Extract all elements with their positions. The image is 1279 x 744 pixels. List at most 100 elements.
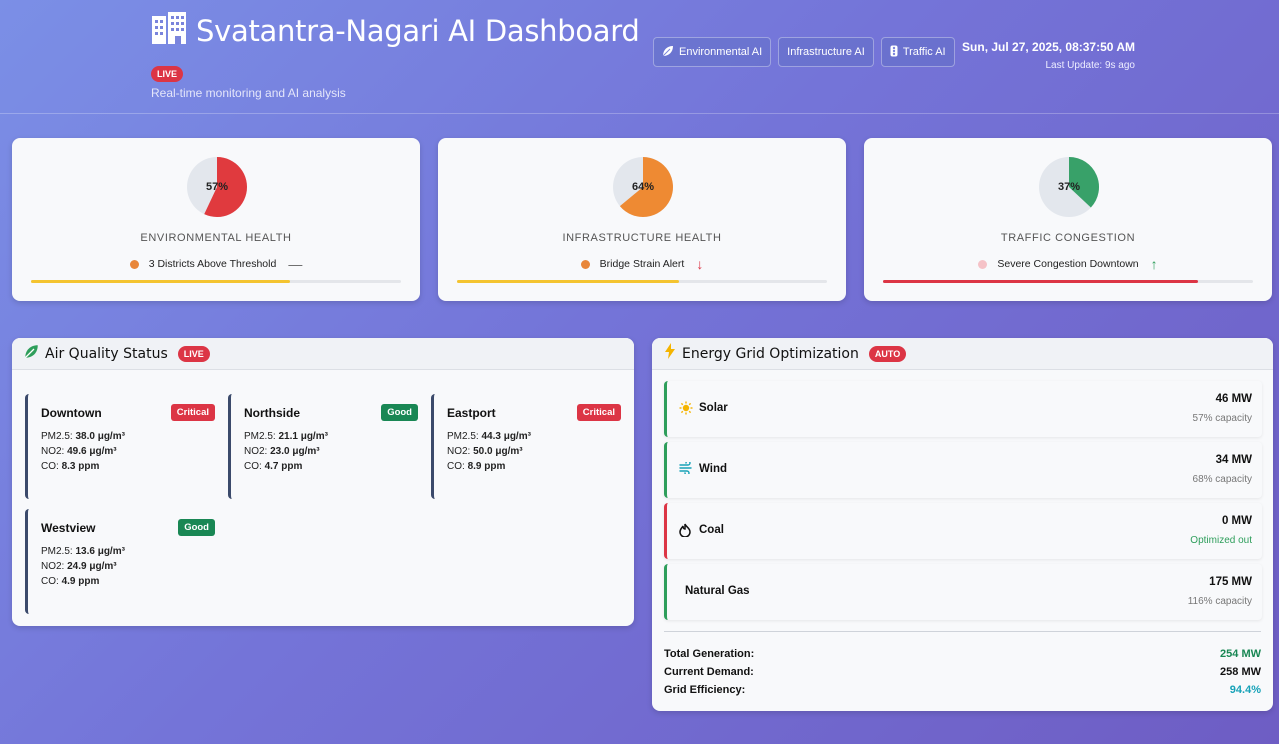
pm25-reading: PM2.5: 44.3 μg/m³ — [447, 431, 531, 442]
arrow-up-icon: ↑ — [1150, 256, 1158, 272]
leaf-icon — [24, 344, 39, 364]
kpi-card-infrastructure[interactable]: 64% INFRASTRUCTURE HEALTH Bridge Strain … — [438, 138, 846, 301]
kpi-pie: 37% — [1038, 156, 1100, 218]
source-name: Wind — [699, 463, 727, 475]
kpi-status-text: 3 Districts Above Threshold — [148, 258, 277, 270]
air-quality-panel: Air Quality Status LIVE Downtown Critica… — [12, 338, 634, 626]
summary-value: 254 MW — [1220, 648, 1261, 660]
source-capacity: 57% capacity — [1192, 413, 1252, 424]
no2-reading: NO2: 50.0 μg/m³ — [447, 446, 523, 457]
energy-panel: Energy Grid Optimization AUTO Solar 46 M… — [652, 338, 1273, 711]
wind-icon — [679, 460, 693, 477]
brand: Svatantra-Nagari AI Dashboard — [150, 12, 640, 49]
current-datetime: Sun, Jul 27, 2025, 08:37:50 AM — [962, 40, 1135, 54]
status-badge: Good — [381, 404, 418, 421]
energy-source-wind[interactable]: Wind 34 MW 68% capacity — [664, 442, 1262, 498]
infrastructure-ai-label: Infrastructure AI — [787, 46, 865, 58]
source-name: Coal — [699, 524, 724, 536]
total-generation-row: Total Generation: 254 MW — [664, 648, 1261, 660]
traffic-ai-button[interactable]: Traffic AI — [880, 37, 955, 67]
source-output: 34 MW — [1215, 454, 1252, 466]
summary-label: Total Generation: — [664, 648, 755, 660]
status-badge: Good — [178, 519, 215, 536]
lightning-icon — [664, 343, 676, 364]
kpi-pie: 64% — [612, 156, 674, 218]
kpi-title: TRAFFIC CONGESTION — [1000, 232, 1136, 244]
pm25-reading: PM2.5: 21.1 μg/m³ — [244, 431, 328, 442]
status-dot — [129, 259, 139, 269]
live-badge: LIVE — [151, 66, 184, 82]
kpi-status-text: Bridge Strain Alert — [599, 258, 685, 270]
source-capacity: 116% capacity — [1187, 596, 1252, 607]
kpi-card-environmental[interactable]: 57% ENVIRONMENTAL HEALTH 3 Districts Abo… — [12, 138, 420, 301]
current-demand-row: Current Demand: 258 MW — [664, 666, 1261, 678]
kpi-value: 57% — [205, 181, 229, 193]
subtitle: Real-time monitoring and AI analysis — [151, 86, 346, 100]
source-output: 46 MW — [1215, 393, 1252, 405]
district-card-westview[interactable]: Westview Good PM2.5: 13.6 μg/m³ NO2: 24.… — [25, 509, 215, 614]
source-output: 175 MW — [1209, 576, 1252, 588]
source-name: Natural Gas — [685, 585, 750, 597]
leaf-icon — [662, 45, 674, 60]
panel-title: Energy Grid Optimization — [682, 345, 859, 362]
kpi-progress-track — [883, 280, 1253, 283]
source-capacity: Optimized out — [1190, 535, 1252, 546]
co-reading: CO: 8.9 ppm — [447, 461, 506, 472]
environmental-ai-label: Environmental AI — [679, 46, 763, 58]
traffic-light-icon — [890, 45, 898, 60]
kpi-value: 64% — [631, 181, 655, 193]
sun-icon — [679, 401, 693, 418]
summary-value: 94.4% — [1229, 684, 1261, 696]
kpi-status: Severe Congestion Downtown ↑ — [864, 256, 1272, 272]
pm25-reading: PM2.5: 38.0 μg/m³ — [41, 431, 125, 442]
kpi-value: 37% — [1057, 181, 1081, 193]
energy-header: Energy Grid Optimization AUTO — [652, 338, 1273, 370]
kpi-progress-track — [31, 280, 401, 283]
energy-source-natural-gas[interactable]: Natural Gas 175 MW 116% capacity — [664, 564, 1262, 620]
page-title: Svatantra-Nagari AI Dashboard — [196, 13, 640, 48]
no2-reading: NO2: 23.0 μg/m³ — [244, 446, 320, 457]
district-card-northside[interactable]: Northside Good PM2.5: 21.1 μg/m³ NO2: 23… — [228, 394, 418, 499]
panel-title: Air Quality Status — [45, 345, 168, 362]
fire-icon — [679, 523, 691, 540]
source-name: Solar — [699, 402, 728, 414]
infrastructure-ai-button[interactable]: Infrastructure AI — [778, 37, 874, 67]
kpi-progress-fill — [31, 280, 290, 283]
kpi-title: ENVIRONMENTAL HEALTH — [140, 232, 292, 244]
district-card-downtown[interactable]: Downtown Critical PM2.5: 38.0 μg/m³ NO2:… — [25, 394, 215, 499]
no2-reading: NO2: 24.9 μg/m³ — [41, 561, 117, 572]
air-quality-header: Air Quality Status LIVE — [12, 338, 634, 370]
pm25-reading: PM2.5: 13.6 μg/m³ — [41, 546, 125, 557]
header: Svatantra-Nagari AI Dashboard LIVE Real-… — [0, 0, 1279, 114]
co-reading: CO: 4.7 ppm — [244, 461, 303, 472]
co-reading: CO: 4.9 ppm — [41, 576, 100, 587]
summary-value: 258 MW — [1220, 666, 1261, 678]
arrow-down-icon: ↓ — [696, 256, 704, 272]
summary-label: Current Demand: — [664, 666, 754, 678]
source-capacity: 68% capacity — [1192, 474, 1252, 485]
kpi-status: 3 Districts Above Threshold — — [12, 256, 420, 272]
energy-source-solar[interactable]: Solar 46 MW 57% capacity — [664, 381, 1262, 437]
kpi-card-traffic[interactable]: 37% TRAFFIC CONGESTION Severe Congestion… — [864, 138, 1272, 301]
status-badge: Critical — [576, 404, 621, 421]
summary-label: Grid Efficiency: — [664, 684, 746, 696]
kpi-status: Bridge Strain Alert ↓ — [438, 256, 846, 272]
kpi-progress-track — [457, 280, 827, 283]
energy-source-coal[interactable]: Coal 0 MW Optimized out — [664, 503, 1262, 559]
city-icon — [150, 12, 188, 49]
datetime-block: Sun, Jul 27, 2025, 08:37:50 AM Last Upda… — [962, 40, 1135, 71]
kpi-progress-fill — [883, 280, 1198, 283]
no2-reading: NO2: 49.6 μg/m³ — [41, 446, 117, 457]
divider — [664, 631, 1261, 632]
district-card-eastport[interactable]: Eastport Critical PM2.5: 44.3 μg/m³ NO2:… — [431, 394, 621, 499]
ai-nav: Environmental AI Infrastructure AI Traff… — [653, 37, 955, 67]
status-badge: Critical — [170, 404, 215, 421]
kpi-progress-fill — [457, 280, 679, 283]
source-output: 0 MW — [1221, 515, 1252, 527]
environmental-ai-button[interactable]: Environmental AI — [653, 37, 772, 67]
auto-badge: AUTO — [868, 345, 907, 362]
co-reading: CO: 8.3 ppm — [41, 461, 100, 472]
kpi-status-text: Severe Congestion Downtown — [997, 258, 1139, 270]
live-badge: LIVE — [177, 345, 210, 362]
kpi-pie: 57% — [186, 156, 248, 218]
